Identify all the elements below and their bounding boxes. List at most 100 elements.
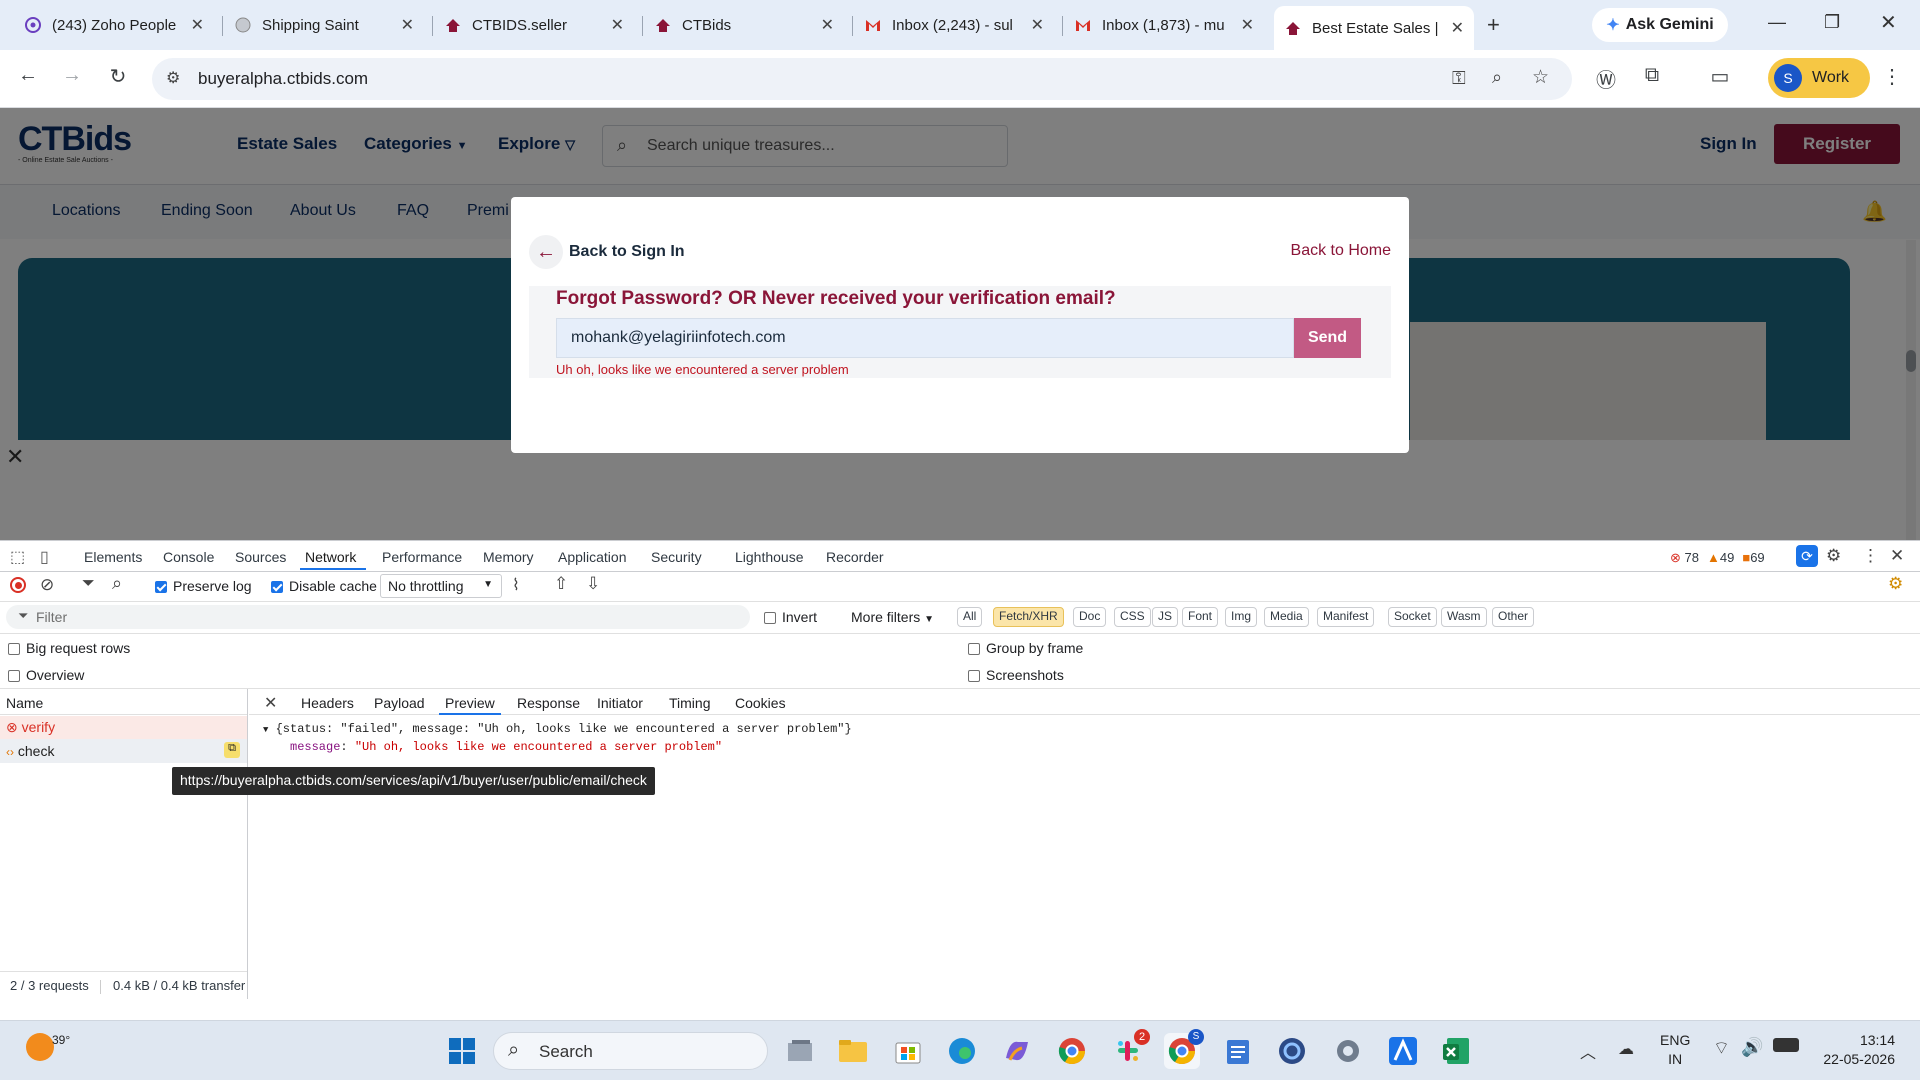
chrome-work-icon[interactable]: S xyxy=(1164,1029,1204,1069)
show-hidden-icons-chevron[interactable]: ︿ xyxy=(1580,1039,1596,1063)
volume-icon[interactable]: 🔊 xyxy=(1741,1037,1763,1058)
forward-arrow-icon[interactable]: → xyxy=(56,64,88,87)
overview-checkbox[interactable]: Overview xyxy=(8,667,84,683)
devtools-tab-console[interactable]: Console xyxy=(163,549,214,565)
browser-tab-shipping-saint[interactable]: Shipping Saint ✕ xyxy=(224,6,424,44)
restore-icon[interactable]: ❐ xyxy=(1824,12,1840,33)
detail-tab-cookies[interactable]: Cookies xyxy=(735,695,786,711)
detail-tab-preview[interactable]: Preview xyxy=(445,695,495,711)
type-filter-all[interactable]: All xyxy=(957,607,983,627)
more-menu-icon[interactable]: ⋮ xyxy=(1862,546,1879,566)
new-tab-icon[interactable]: + xyxy=(1487,12,1500,38)
site-info-icon[interactable]: ⚙ xyxy=(166,68,180,88)
close-icon[interactable]: ✕ xyxy=(1031,15,1044,35)
notepad-icon[interactable] xyxy=(1220,1033,1256,1069)
settings-gear-icon[interactable]: ⚙ xyxy=(1826,546,1841,566)
copilot-icon[interactable] xyxy=(999,1033,1035,1069)
throttling-select[interactable]: No throttling ▼ xyxy=(380,574,502,598)
preserve-log-checkbox[interactable]: Preserve log xyxy=(155,578,252,594)
name-column-header[interactable]: Name xyxy=(0,689,247,715)
close-window-icon[interactable]: ✕ xyxy=(1880,10,1897,35)
devtools-counters[interactable]: ⊗ 78 ▲49 ■69 xyxy=(1670,550,1765,566)
reload-icon[interactable]: ↻ xyxy=(102,64,134,89)
send-button[interactable]: Send xyxy=(1294,318,1361,358)
detail-tab-initiator[interactable]: Initiator xyxy=(597,695,643,711)
devtools-tab-elements[interactable]: Elements xyxy=(84,549,142,565)
browser-tab-ctbids[interactable]: CTBids ✕ xyxy=(644,6,844,44)
devtools-tab-sources[interactable]: Sources xyxy=(235,549,286,565)
browser-tab-zoho[interactable]: (243) Zoho People ✕ xyxy=(14,6,214,44)
close-icon[interactable]: ✕ xyxy=(191,15,204,35)
language-indicator[interactable]: ENG IN xyxy=(1660,1031,1690,1069)
profile-button[interactable]: S Work xyxy=(1768,58,1870,98)
browser-tab-ctbids-seller[interactable]: CTBIDS.seller ✕ xyxy=(434,6,634,44)
browser-tab-gmail-1[interactable]: Inbox (2,243) - sul ✕ xyxy=(854,6,1054,44)
invert-checkbox[interactable]: Invert xyxy=(764,609,817,625)
email-field[interactable]: mohank@yelagiriinfotech.com xyxy=(556,318,1294,358)
devtools-tab-memory[interactable]: Memory xyxy=(483,549,534,565)
devtools-tab-lighthouse[interactable]: Lighthouse xyxy=(735,549,804,565)
devtools-tab-application[interactable]: Application xyxy=(558,549,627,565)
browser-tab-best-estate-sales[interactable]: Best Estate Sales | ✕ xyxy=(1274,6,1474,50)
chrome-icon[interactable] xyxy=(1054,1033,1090,1069)
task-view-icon[interactable] xyxy=(782,1033,818,1069)
type-filter-wasm[interactable]: Wasm xyxy=(1441,607,1487,627)
browser-tab-gmail-2[interactable]: Inbox (1,873) - mu ✕ xyxy=(1064,6,1264,44)
close-detail-icon[interactable]: ✕ xyxy=(264,693,277,713)
type-filter-media[interactable]: Media xyxy=(1264,607,1309,627)
close-icon[interactable]: ✕ xyxy=(611,15,624,35)
import-har-icon[interactable]: ⇧ xyxy=(554,574,568,594)
extensions-puzzle-icon[interactable]: ⧉ xyxy=(1636,64,1668,87)
type-filter-other[interactable]: Other xyxy=(1492,607,1535,627)
close-devtools-icon[interactable]: ✕ xyxy=(1890,546,1904,566)
file-explorer-icon[interactable] xyxy=(835,1033,871,1069)
preview-message-row[interactable]: message: "Uh oh, looks like we encounter… xyxy=(290,740,722,754)
copy-icon[interactable]: ⧉ xyxy=(224,742,240,758)
export-har-icon[interactable]: ⇩ xyxy=(586,574,600,594)
ask-gemini-button[interactable]: ✦ Ask Gemini xyxy=(1592,8,1728,42)
detail-tab-headers[interactable]: Headers xyxy=(301,695,354,711)
type-filter-font[interactable]: Font xyxy=(1182,607,1219,627)
more-menu-icon[interactable]: ⋮ xyxy=(1876,64,1908,89)
filter-funnel-icon[interactable]: ⏷ xyxy=(82,575,95,593)
clock[interactable]: 13:14 22-05-2026 xyxy=(1815,1031,1895,1069)
type-filter-css[interactable]: CSS xyxy=(1114,607,1151,627)
type-filter-fetch-xhr[interactable]: Fetch/XHR xyxy=(993,607,1064,627)
big-request-rows-checkbox[interactable]: Big request rows xyxy=(8,640,130,656)
search-icon[interactable]: ⌕ xyxy=(112,573,122,594)
wifi-icon[interactable]: ⌔ xyxy=(1713,1037,1730,1060)
bookmark-star-icon[interactable]: ☆ xyxy=(1532,66,1549,89)
type-filter-doc[interactable]: Doc xyxy=(1073,607,1107,627)
filter-input[interactable]: ⏷ Filter xyxy=(6,605,750,629)
request-row-verify[interactable]: ⊗ verify xyxy=(0,716,247,739)
back-to-home-link[interactable]: Back to Home xyxy=(1291,242,1391,260)
onedrive-icon[interactable]: ☁ xyxy=(1618,1039,1634,1059)
minimize-icon[interactable]: — xyxy=(1768,12,1786,33)
detail-tab-response[interactable]: Response xyxy=(517,695,580,711)
type-filter-js[interactable]: JS xyxy=(1152,607,1179,627)
detail-tab-timing[interactable]: Timing xyxy=(669,695,711,711)
sync-icon[interactable]: ⟳ xyxy=(1796,545,1818,567)
wordpress-extension-icon[interactable]: Ⓦ xyxy=(1590,64,1622,93)
microsoft-store-icon[interactable] xyxy=(890,1033,926,1069)
network-conditions-icon[interactable]: ⌇ xyxy=(512,575,520,595)
devtools-tab-performance[interactable]: Performance xyxy=(382,549,462,565)
preview-object[interactable]: ▼ {status: "failed", message: "Uh oh, lo… xyxy=(263,722,852,736)
close-icon[interactable]: ✕ xyxy=(1241,15,1254,35)
screenshots-checkbox[interactable]: Screenshots xyxy=(968,667,1064,683)
request-row-check[interactable]: ‹› check ⧉ xyxy=(0,739,247,763)
excel-icon[interactable] xyxy=(1438,1033,1474,1069)
close-icon[interactable]: ✕ xyxy=(821,15,834,35)
more-filters-dropdown[interactable]: More filters ▼ xyxy=(851,609,934,625)
password-key-icon[interactable]: ⚿ xyxy=(1452,68,1466,89)
type-filter-img[interactable]: Img xyxy=(1225,607,1258,627)
battery-icon[interactable] xyxy=(1773,1038,1799,1052)
group-by-frame-checkbox[interactable]: Group by frame xyxy=(968,640,1083,656)
taskbar-search[interactable]: ⌕ Search xyxy=(493,1032,768,1070)
devtools-tab-security[interactable]: Security xyxy=(651,549,702,565)
edge-browser-icon[interactable] xyxy=(944,1033,980,1069)
devtools-tab-network[interactable]: Network xyxy=(305,549,356,565)
settings-gear-icon[interactable] xyxy=(1330,1033,1366,1069)
clear-icon[interactable]: ⊘ xyxy=(40,575,54,595)
back-arrow-icon[interactable]: ← xyxy=(12,64,44,87)
